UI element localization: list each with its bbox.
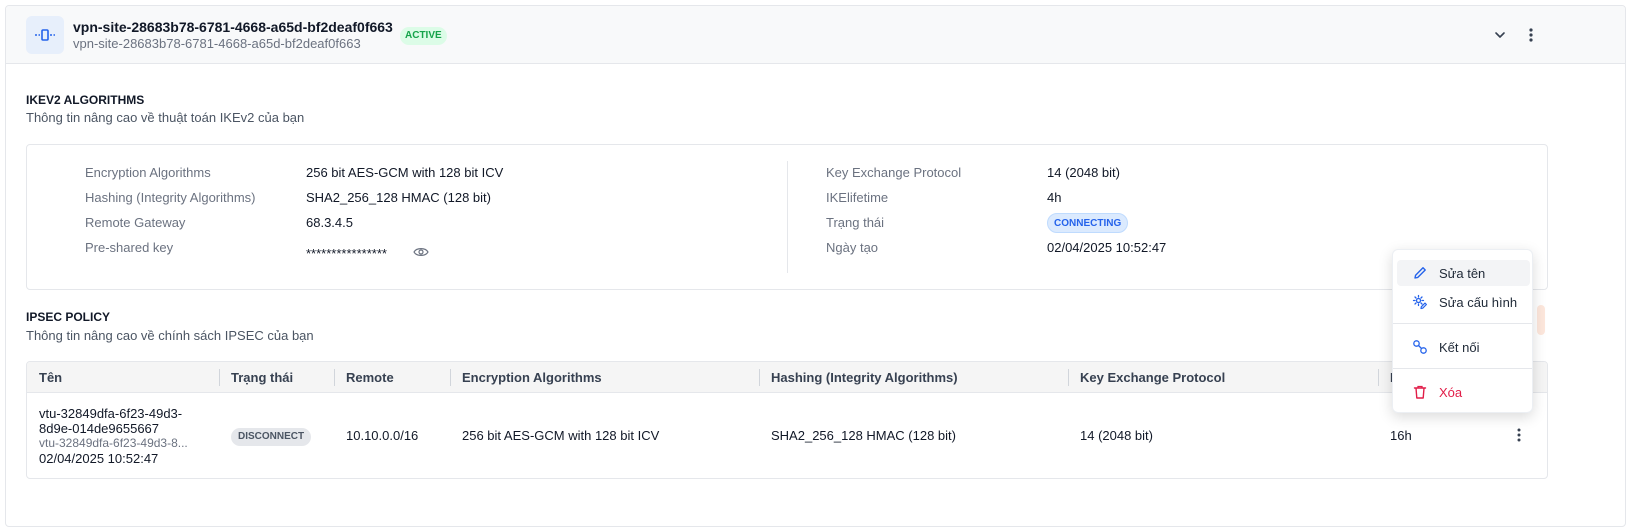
- policy-name-line1: vtu-32849dfa-6f23-49d3-: [39, 406, 183, 421]
- remote-gateway-value: 68.3.4.5: [306, 215, 353, 230]
- header-more-button[interactable]: [1520, 24, 1542, 46]
- policy-name-sub: vtu-32849dfa-6f23-49d3-8...: [39, 436, 188, 450]
- created-date-label: Ngày tạo: [826, 240, 879, 255]
- column-divider: [219, 369, 220, 386]
- expand-button[interactable]: [1489, 24, 1511, 46]
- key-exchange-value: 14 (2048 bit): [1047, 165, 1120, 180]
- policy-encryption: 256 bit AES-GCM with 128 bit ICV: [462, 428, 660, 443]
- vpn-site-subtitle: vpn-site-28683b78-6781-4668-a65d-bf2deaf…: [73, 36, 361, 51]
- info-divider: [787, 161, 788, 273]
- psk-label: Pre-shared key: [85, 240, 174, 255]
- context-menu: Sửa tên Sửa cấu hình Kết nối Xóa: [1392, 249, 1533, 413]
- menu-item-connect[interactable]: Kết nối: [1397, 334, 1530, 360]
- ipsec-section-subtitle: Thông tin nâng cao về chính sách IPSEC c…: [26, 328, 314, 343]
- column-header-encryption: Encryption Algorithms: [462, 370, 602, 385]
- connect-icon: [1411, 338, 1429, 356]
- key-exchange-label: Key Exchange Protocol: [826, 165, 962, 180]
- column-header-key-exchange: Key Exchange Protocol: [1080, 370, 1226, 385]
- vpn-link-icon: [26, 16, 64, 54]
- column-header-remote: Remote: [346, 370, 394, 385]
- policy-lifetime: 16h: [1390, 428, 1412, 443]
- menu-item-label: Sửa tên: [1439, 265, 1486, 281]
- ikev2-info-box: Encryption Algorithms 256 bit AES-GCM wi…: [26, 144, 1548, 290]
- menu-item-edit-config[interactable]: Sửa cấu hình: [1397, 289, 1530, 315]
- menu-item-label: Kết nối: [1439, 339, 1480, 355]
- column-header-status: Trạng thái: [231, 370, 294, 385]
- policy-hashing: SHA2_256_128 HMAC (128 bit): [771, 428, 956, 443]
- hashing-value: SHA2_256_128 HMAC (128 bit): [306, 190, 491, 205]
- eye-icon: [413, 248, 429, 256]
- ikev2-section-title: IKEV2 ALGORITHMS: [26, 93, 145, 107]
- ipsec-policy-table: Tên Trạng thái Remote Encryption Algorit…: [26, 361, 1548, 479]
- menu-divider: [1393, 368, 1532, 369]
- column-divider: [450, 369, 451, 386]
- menu-divider: [1393, 323, 1532, 324]
- pencil-icon: [1411, 264, 1429, 282]
- menu-item-rename[interactable]: Sửa tên: [1397, 260, 1530, 286]
- ike-status-label: Trạng thái: [826, 215, 885, 230]
- menu-item-label: Sửa cấu hình: [1439, 294, 1518, 310]
- ike-lifetime-label: IKElifetime: [826, 190, 889, 205]
- ikev2-section-subtitle: Thông tin nâng cao về thuật toán IKEv2 c…: [26, 110, 305, 125]
- connecting-status-badge: CONNECTING: [1047, 213, 1129, 233]
- hashing-label: Hashing (Integrity Algorithms): [85, 190, 256, 205]
- menu-item-delete[interactable]: Xóa: [1397, 379, 1530, 405]
- remote-gateway-label: Remote Gateway: [85, 215, 186, 230]
- status-badge: ACTIVE: [400, 27, 447, 45]
- column-header-hashing: Hashing (Integrity Algorithms): [771, 370, 958, 385]
- encryption-value: 256 bit AES-GCM with 128 bit ICV: [306, 165, 504, 180]
- policy-remote: 10.10.0.0/16: [346, 428, 419, 443]
- ipsec-section-title: IPSEC POLICY: [26, 310, 111, 324]
- table-header: Tên Trạng thái Remote Encryption Algorit…: [27, 362, 1547, 393]
- disconnect-status-badge: DISCONNECT: [231, 428, 312, 446]
- policy-created-date: 02/04/2025 10:52:47: [39, 451, 159, 466]
- settings-edit-icon: [1411, 293, 1429, 311]
- row-more-button[interactable]: [1511, 426, 1527, 444]
- column-divider: [1068, 369, 1069, 386]
- created-date-value: 02/04/2025 10:52:47: [1047, 240, 1167, 255]
- menu-item-label: Xóa: [1439, 384, 1463, 400]
- trash-icon: [1411, 383, 1429, 401]
- vpn-site-card: vpn-site-28683b78-6781-4668-a65d-bf2deaf…: [5, 5, 1626, 527]
- policy-key-exchange: 14 (2048 bit): [1080, 428, 1153, 443]
- column-header-name: Tên: [39, 370, 63, 385]
- more-vertical-icon: [1529, 28, 1533, 42]
- policy-name-line2: 8d9e-014de9655667: [39, 421, 160, 436]
- reveal-password-button[interactable]: [413, 246, 431, 260]
- hidden-action-button-edge[interactable]: [1537, 305, 1545, 335]
- vpn-site-title: vpn-site-28683b78-6781-4668-a65d-bf2deaf…: [73, 19, 393, 35]
- psk-value: ****************: [306, 246, 387, 261]
- chevron-down-icon: [1495, 32, 1505, 38]
- vpn-site-header[interactable]: vpn-site-28683b78-6781-4668-a65d-bf2deaf…: [6, 6, 1625, 64]
- column-divider: [334, 369, 335, 386]
- more-vertical-icon: [1517, 428, 1521, 442]
- ike-lifetime-value: 4h: [1047, 190, 1062, 205]
- encryption-label: Encryption Algorithms: [85, 165, 211, 180]
- column-divider: [1378, 369, 1379, 386]
- column-divider: [759, 369, 760, 386]
